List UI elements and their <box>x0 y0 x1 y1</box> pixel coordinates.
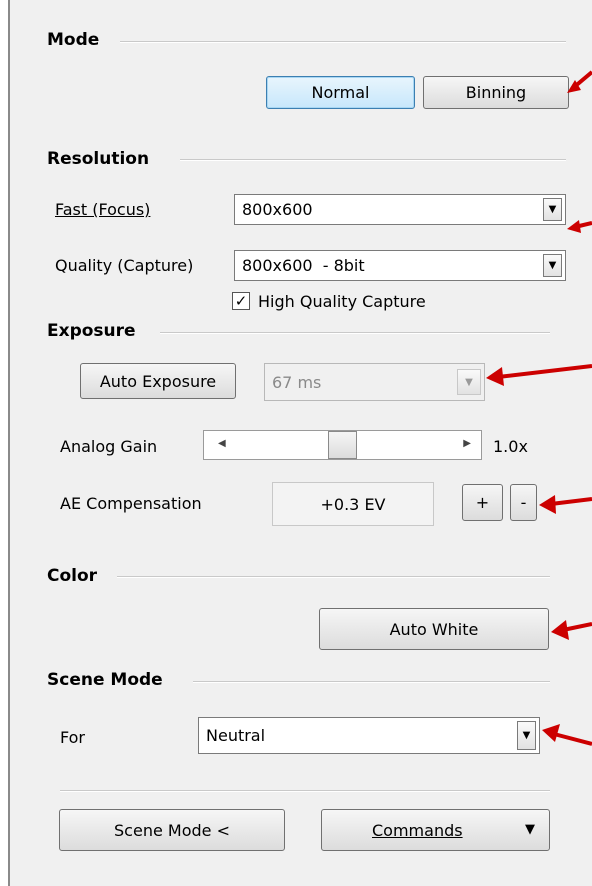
scene-mode-divider <box>193 681 550 683</box>
annotation-arrow-icon <box>539 495 592 514</box>
ae-compensation-label: AE Compensation <box>60 494 202 513</box>
scene-mode-section-title: Scene Mode <box>47 670 163 690</box>
fast-focus-label: Fast (Focus) <box>55 200 151 219</box>
scene-for-value: Neutral <box>206 726 266 745</box>
commands-button[interactable]: Commands ▼ <box>321 809 550 851</box>
slider-thumb[interactable] <box>328 431 357 459</box>
analog-gain-label: Analog Gain <box>60 437 158 456</box>
resolution-divider <box>180 159 566 161</box>
fast-focus-value: 800x600 <box>242 200 313 219</box>
ae-minus-button[interactable]: - <box>510 484 537 521</box>
annotation-arrow-icon <box>486 364 592 386</box>
exposure-time-dropdown-icon[interactable]: ▼ <box>457 369 481 395</box>
mode-section-title: Mode <box>47 30 100 50</box>
auto-white-button[interactable]: Auto White <box>319 608 549 650</box>
annotation-arrow-icon <box>551 620 592 640</box>
quality-capture-value: 800x600 - 8bit <box>242 256 365 275</box>
annotation-arrow-icon <box>567 70 592 93</box>
commands-button-label: Commands <box>372 820 463 840</box>
panel-left-border <box>0 0 10 886</box>
binning-mode-button[interactable]: Binning <box>423 76 569 109</box>
auto-exposure-button[interactable]: Auto Exposure <box>80 363 236 399</box>
scene-for-dropdown-icon[interactable]: ▼ <box>517 721 536 750</box>
analog-gain-value: 1.0x <box>493 437 528 456</box>
color-divider <box>117 576 550 578</box>
scene-mode-toggle-button[interactable]: Scene Mode < <box>59 809 285 851</box>
ae-compensation-value: +0.3 EV <box>272 482 434 526</box>
exposure-time-select[interactable]: 67 ms ▼ <box>264 363 485 401</box>
footer-divider <box>60 790 550 792</box>
hq-capture-label: High Quality Capture <box>258 292 426 311</box>
ae-plus-button[interactable]: + <box>462 484 503 521</box>
scene-for-select[interactable]: Neutral ▼ <box>198 717 540 754</box>
annotation-arrow-icon <box>542 724 592 746</box>
slider-left-arrow-icon[interactable]: ◀ <box>218 438 226 449</box>
normal-mode-button[interactable]: Normal <box>266 76 415 109</box>
quality-capture-select[interactable]: 800x600 - 8bit ▼ <box>234 250 566 281</box>
fast-focus-select[interactable]: 800x600 ▼ <box>234 194 566 225</box>
analog-gain-slider[interactable]: ◀ ▶ <box>203 430 482 460</box>
color-section-title: Color <box>47 566 98 586</box>
slider-right-arrow-icon[interactable]: ▶ <box>463 438 471 449</box>
mode-divider <box>120 41 566 43</box>
hq-capture-checkbox[interactable]: ✓ <box>232 292 250 310</box>
fast-focus-dropdown-icon[interactable]: ▼ <box>543 198 562 221</box>
commands-dropdown-icon[interactable]: ▼ <box>525 822 535 837</box>
annotation-arrow-icon <box>567 220 592 233</box>
quality-capture-dropdown-icon[interactable]: ▼ <box>543 254 562 277</box>
exposure-section-title: Exposure <box>47 321 136 341</box>
scene-for-label: For <box>60 728 85 747</box>
resolution-section-title: Resolution <box>47 149 150 169</box>
quality-capture-label: Quality (Capture) <box>55 256 194 275</box>
exposure-divider <box>160 332 550 334</box>
exposure-time-value: 67 ms <box>272 372 322 392</box>
